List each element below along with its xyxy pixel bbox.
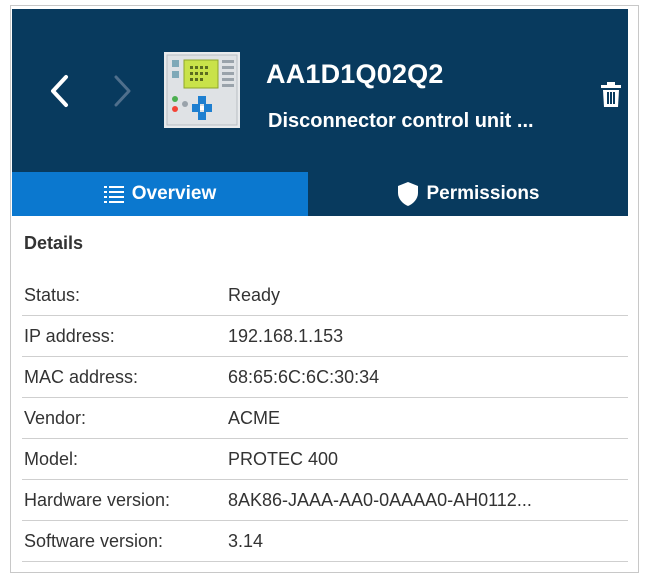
detail-label: IP address: (24, 326, 115, 346)
detail-label: Vendor: (24, 408, 87, 428)
detail-label: Status: (24, 285, 81, 305)
detail-row-status: Status: Ready (22, 275, 628, 316)
detail-value: Ready (228, 285, 281, 305)
forward-button[interactable] (108, 73, 136, 109)
detail-row-ip-address: IP address: 192.168.1.153 (22, 316, 628, 357)
tab-overview[interactable]: Overview (12, 172, 308, 216)
delete-button[interactable] (600, 82, 622, 108)
detail-label: Software version: (24, 531, 164, 551)
detail-value: 192.168.1.153 (228, 326, 344, 346)
trash-icon (601, 82, 621, 107)
tab-overview-label: Overview (131, 183, 217, 204)
detail-label: Hardware version: (24, 490, 171, 510)
chevron-right-icon (114, 75, 131, 107)
detail-row-software-version: Software version: 3.14 (22, 521, 628, 562)
protection-relay-device-icon (164, 52, 240, 128)
device-description: Disconnector control unit ... (268, 110, 534, 132)
device-header: AA1D1Q02Q2 Disconnector control unit ... (12, 9, 628, 173)
tab-permissions-label: Permissions (426, 183, 540, 204)
detail-row-vendor: Vendor: ACME (22, 398, 628, 439)
details-heading: Details (24, 233, 84, 253)
detail-value: ACME (228, 408, 281, 428)
detail-row-hardware-version: Hardware version: 8AK86-JAAA-AA0-0AAAA0-… (22, 480, 628, 521)
list-icon (103, 186, 124, 203)
back-button[interactable] (46, 73, 74, 109)
detail-row-mac-address: MAC address: 68:65:6C:6C:30:34 (22, 357, 628, 398)
detail-value: 3.14 (228, 531, 264, 551)
detail-label: Model: (24, 449, 79, 469)
details-list: Status: Ready IP address: 192.168.1.153 … (22, 275, 628, 562)
detail-value: 68:65:6C:6C:30:34 (228, 367, 380, 387)
tab-permissions[interactable]: Permissions (308, 172, 628, 216)
chevron-left-icon (51, 75, 68, 107)
shield-icon (397, 182, 418, 206)
device-name: AA1D1Q02Q2 (266, 59, 444, 89)
detail-value: PROTEC 400 (228, 449, 339, 469)
detail-row-model: Model: PROTEC 400 (22, 439, 628, 480)
tab-bar: Overview Permissions (12, 172, 628, 216)
detail-label: MAC address: (24, 367, 139, 387)
detail-value: 8AK86-JAAA-AA0-0AAAA0-AH0112... (228, 490, 532, 510)
